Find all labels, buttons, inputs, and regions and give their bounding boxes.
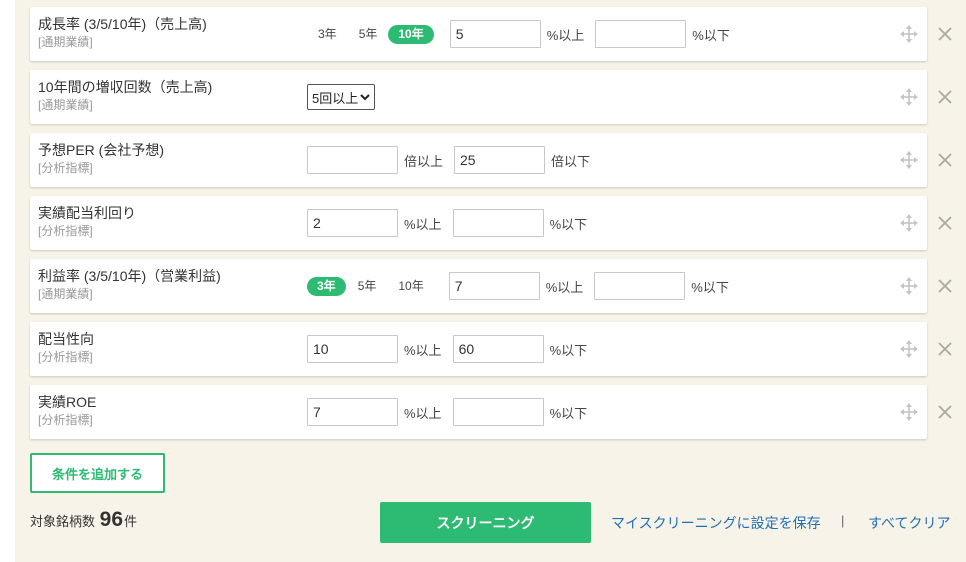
max-unit-label: %以下 bbox=[549, 405, 588, 421]
move-icon[interactable] bbox=[900, 277, 918, 295]
condition-category: [分析指標] bbox=[38, 161, 93, 175]
close-icon[interactable] bbox=[936, 214, 954, 232]
min-value-input[interactable] bbox=[307, 209, 398, 237]
min-value-input[interactable] bbox=[448, 272, 540, 300]
condition-row-roe: 実績ROE [分析指標] %以上 %以下 bbox=[30, 385, 927, 439]
move-icon[interactable] bbox=[900, 25, 918, 43]
min-unit-label: %以上 bbox=[404, 405, 442, 421]
condition-title: 利益率 (3/5/10年)（営業利益) bbox=[38, 268, 221, 284]
min-unit-label: 倍以上 bbox=[404, 153, 444, 169]
close-icon[interactable] bbox=[936, 277, 954, 295]
max-unit-label: %以下 bbox=[549, 342, 588, 358]
condition-title: 配当性向 bbox=[38, 331, 94, 347]
condition-category: [分析指標] bbox=[38, 413, 93, 427]
condition-label: 利益率 (3/5/10年)（営業利益) [通期業績] bbox=[38, 267, 221, 302]
screening-button[interactable]: スクリーニング bbox=[380, 502, 591, 543]
condition-controls: 5回以上 bbox=[307, 70, 376, 124]
condition-label: 実績配当利回り [分析指標] bbox=[38, 204, 136, 239]
condition-category: [分析指標] bbox=[38, 224, 93, 238]
condition-label: 予想PER (会社予想) [分析指標] bbox=[38, 141, 164, 176]
min-unit-label: %以上 bbox=[546, 27, 585, 43]
max-unit-label: %以下 bbox=[691, 279, 729, 295]
count-prefix: 対象銘柄数 bbox=[30, 514, 96, 529]
select-value: 5回以上 bbox=[312, 90, 359, 106]
condition-row-profit-margin: 利益率 (3/5/10年)（営業利益) [通期業績] 3年 5年 10年 %以上… bbox=[30, 259, 927, 313]
count-value: 96 bbox=[99, 508, 123, 531]
close-icon[interactable] bbox=[936, 340, 954, 358]
max-value-input[interactable] bbox=[594, 272, 686, 300]
max-unit-label: %以下 bbox=[549, 216, 588, 232]
condition-title: 予想PER (会社予想) bbox=[38, 142, 164, 158]
min-value-input[interactable] bbox=[449, 20, 541, 48]
max-value-input[interactable] bbox=[452, 335, 544, 363]
condition-controls: 倍以上 倍以下 bbox=[307, 133, 590, 187]
max-value-input[interactable] bbox=[595, 20, 687, 48]
period-10y-option[interactable]: 10年 bbox=[388, 24, 434, 44]
period-3y-option[interactable]: 3年 bbox=[307, 276, 346, 296]
condition-row-payout-ratio: 配当性向 [分析指標] %以上 %以下 bbox=[30, 322, 927, 376]
count-suffix: 件 bbox=[124, 514, 138, 529]
close-icon[interactable] bbox=[936, 25, 954, 43]
clear-all-link[interactable]: すべてクリア bbox=[868, 513, 950, 533]
condition-controls: 3年 5年 10年 %以上 %以下 bbox=[307, 259, 729, 313]
move-icon[interactable] bbox=[900, 214, 918, 232]
min-value-input[interactable] bbox=[307, 335, 398, 363]
condition-row-forecast-per: 予想PER (会社予想) [分析指標] 倍以上 倍以下 bbox=[30, 133, 927, 187]
min-value-input[interactable] bbox=[307, 146, 398, 174]
max-unit-label: 倍以下 bbox=[551, 153, 591, 169]
close-icon[interactable] bbox=[936, 88, 954, 106]
add-condition-button[interactable]: 条件を追加する bbox=[30, 453, 165, 493]
condition-label: 実績ROE [分析指標] bbox=[38, 393, 96, 428]
condition-label: 配当性向 [分析指標] bbox=[38, 330, 94, 365]
max-value-input[interactable] bbox=[452, 209, 544, 237]
condition-category: [通期業績] bbox=[38, 35, 93, 49]
period-3y-option[interactable]: 3年 bbox=[318, 25, 337, 44]
period-5y-option[interactable]: 5年 bbox=[359, 25, 378, 44]
max-value-input[interactable] bbox=[452, 398, 544, 426]
period-10y-option[interactable]: 10年 bbox=[398, 277, 423, 296]
min-unit-label: %以上 bbox=[404, 342, 442, 358]
condition-category: [通期業績] bbox=[38, 98, 93, 112]
min-unit-label: %以上 bbox=[545, 279, 584, 295]
condition-controls: %以上 %以下 bbox=[307, 196, 587, 250]
close-icon[interactable] bbox=[936, 151, 954, 169]
count-select[interactable]: 5回以上 bbox=[307, 84, 376, 110]
min-value-input[interactable] bbox=[307, 398, 398, 426]
condition-row-growth-rate: 成長率 (3/5/10年)（売上高) [通期業績] 3年 5年 10年 %以上 … bbox=[30, 7, 927, 61]
move-icon[interactable] bbox=[900, 151, 918, 169]
condition-label: 成長率 (3/5/10年)（売上高) [通期業績] bbox=[38, 15, 207, 50]
min-unit-label: %以上 bbox=[404, 216, 442, 232]
save-screening-link[interactable]: マイスクリーニングに設定を保存 bbox=[611, 513, 821, 533]
condition-title: 実績ROE bbox=[38, 394, 97, 410]
condition-category: [通期業績] bbox=[38, 287, 93, 301]
condition-controls: 3年 5年 10年 %以上 %以下 bbox=[318, 7, 730, 61]
condition-category: [分析指標] bbox=[38, 350, 93, 364]
condition-label: 10年間の増収回数（売上高) [通期業績] bbox=[38, 78, 212, 113]
condition-title: 成長率 (3/5/10年)（売上高) bbox=[38, 16, 207, 32]
max-value-input[interactable] bbox=[454, 146, 546, 174]
close-icon[interactable] bbox=[936, 403, 954, 421]
condition-title: 実績配当利回り bbox=[38, 205, 136, 221]
condition-controls: %以上 %以下 bbox=[307, 385, 587, 439]
chevron-down-icon bbox=[360, 94, 370, 101]
condition-row-revenue-increase-count: 10年間の増収回数（売上高) [通期業績] 5回以上 bbox=[30, 70, 927, 124]
move-icon[interactable] bbox=[900, 403, 918, 421]
max-unit-label: %以下 bbox=[692, 27, 730, 43]
link-separator: | bbox=[841, 513, 845, 528]
result-count: 対象銘柄数 96件 bbox=[30, 508, 137, 532]
condition-title: 10年間の増収回数（売上高) bbox=[38, 79, 213, 95]
condition-controls: %以上 %以下 bbox=[307, 322, 587, 376]
move-icon[interactable] bbox=[900, 340, 918, 358]
condition-row-dividend-yield: 実績配当利回り [分析指標] %以上 %以下 bbox=[30, 196, 927, 250]
period-5y-option[interactable]: 5年 bbox=[358, 277, 377, 296]
move-icon[interactable] bbox=[900, 88, 918, 106]
